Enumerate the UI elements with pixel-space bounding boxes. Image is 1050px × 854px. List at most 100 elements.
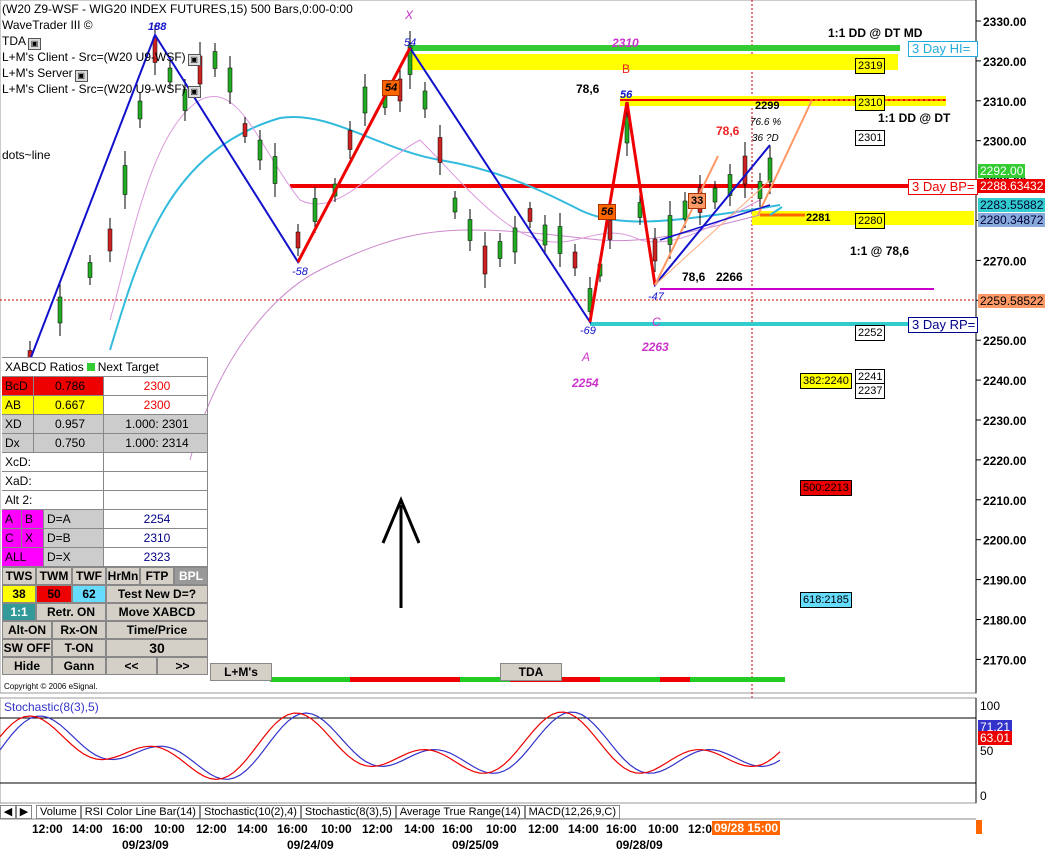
test-new-d-button[interactable]: Test New D=? bbox=[106, 585, 208, 603]
price-label: 2320.00 bbox=[983, 55, 1027, 69]
tda-label: TDA bbox=[2, 34, 26, 48]
alt2-value bbox=[104, 491, 208, 509]
sw-off-button[interactable]: SW OFF bbox=[2, 639, 52, 657]
rx-on-button[interactable]: Rx-ON bbox=[52, 621, 106, 639]
tag-cross: 2259.58522 bbox=[978, 294, 1046, 308]
ratio-value-3: 0.750 bbox=[34, 434, 104, 452]
key-c-button[interactable]: C bbox=[2, 529, 22, 547]
time-label: 16:00 bbox=[112, 822, 143, 836]
d-a-value: 2254 bbox=[104, 510, 208, 528]
time-label: 16:00 bbox=[606, 822, 637, 836]
trend-segment bbox=[690, 677, 785, 682]
tab-atr[interactable]: Average True Range(14) bbox=[395, 805, 525, 819]
tab-macd[interactable]: MACD(12,26,9,C) bbox=[524, 805, 621, 819]
target-3: 1.000: 2314 bbox=[104, 434, 208, 452]
server-label: L+M's Server bbox=[2, 66, 73, 80]
yellow-zone-2319 bbox=[412, 54, 898, 70]
key-b-button[interactable]: B bbox=[22, 510, 44, 528]
tag-t2: 2280.34872 bbox=[978, 213, 1046, 227]
client-line-1: L+M's Client - Src=(W20 U9-WSF) ▣ bbox=[2, 50, 201, 66]
day-rp-label: 3 Day RP= bbox=[908, 317, 978, 333]
trend-segment bbox=[600, 677, 660, 682]
one-one-button[interactable]: 1:1 bbox=[2, 603, 36, 621]
lock-icon[interactable]: ▣ bbox=[187, 86, 201, 98]
stochastic-title: Stochastic(8(3),5) bbox=[4, 700, 99, 714]
tab-stochastic-8[interactable]: Stochastic(8(3),5) bbox=[300, 805, 396, 819]
tws-button[interactable]: TWS bbox=[2, 567, 36, 585]
price-label: 2210.00 bbox=[983, 494, 1027, 508]
num-50-button[interactable]: 50 bbox=[36, 585, 72, 603]
alt-on-button[interactable]: Alt-ON bbox=[2, 621, 52, 639]
d-b-value: 2310 bbox=[104, 529, 208, 547]
prev-button[interactable]: << bbox=[106, 657, 157, 675]
target-1: 2300 bbox=[104, 396, 208, 414]
tda-tab[interactable]: TDA bbox=[500, 663, 562, 681]
peak-188: 188 bbox=[148, 21, 167, 33]
hrmn-button[interactable]: HrMn bbox=[106, 567, 140, 585]
bpl-button[interactable]: BPL bbox=[174, 567, 208, 585]
time-label: 14:00 bbox=[237, 822, 268, 836]
stoch-axis-100: 100 bbox=[980, 699, 1001, 713]
xcd-label: XcD: bbox=[2, 453, 104, 471]
x-points: 54 bbox=[404, 37, 417, 49]
value-2266: 2266 bbox=[716, 270, 743, 284]
ratio-786-black: 78,6 bbox=[576, 82, 600, 96]
next-button[interactable]: >> bbox=[157, 657, 208, 675]
time-label: 16:00 bbox=[277, 822, 308, 836]
time-label: 10:00 bbox=[321, 822, 352, 836]
tag-last: 2292.00 bbox=[978, 164, 1026, 178]
xad-label: XaD: bbox=[2, 472, 104, 490]
badge-56: 56 bbox=[598, 204, 617, 220]
key-x-button[interactable]: X bbox=[22, 529, 44, 547]
price-label: 2250.00 bbox=[983, 334, 1027, 348]
candle-body bbox=[295, 231, 301, 249]
candle-body bbox=[557, 226, 563, 254]
scroll-right-icon[interactable]: ▶ bbox=[16, 805, 32, 819]
candle-body bbox=[527, 208, 533, 222]
a-value: 2254 bbox=[572, 376, 599, 390]
ftp-button[interactable]: FTP bbox=[140, 567, 174, 585]
key-all-button[interactable]: ALL bbox=[2, 548, 44, 566]
indicator-tabs: ◀ ▶ Volume RSI Color Line Bar(14) Stocha… bbox=[0, 805, 621, 819]
twf-button[interactable]: TWF bbox=[72, 567, 106, 585]
lock-icon[interactable]: ▣ bbox=[74, 70, 88, 82]
lm-tab[interactable]: L+M's bbox=[210, 663, 272, 681]
num-62-button[interactable]: 62 bbox=[72, 585, 106, 603]
t-on-button[interactable]: T-ON bbox=[52, 639, 106, 657]
gann-button[interactable]: Gann bbox=[52, 657, 106, 675]
client-label-2: L+M's Client - Src=(W20 U9-WSF) bbox=[2, 82, 186, 96]
target-2: 1.000: 2301 bbox=[104, 415, 208, 433]
candle-body bbox=[167, 67, 173, 83]
candle-body bbox=[512, 227, 518, 253]
next-target-text: Next Target bbox=[97, 360, 159, 374]
candle-body bbox=[667, 215, 673, 245]
tab-stochastic-10[interactable]: Stochastic(10(2),4) bbox=[199, 805, 301, 819]
retr-on-button[interactable]: Retr. ON bbox=[36, 603, 106, 621]
target-0: 2300 bbox=[104, 377, 208, 395]
dd-dt: 1:1 DD @ DT bbox=[878, 111, 951, 125]
candle-body bbox=[712, 187, 718, 203]
hide-button[interactable]: Hide bbox=[2, 657, 52, 675]
time-label: 14:00 bbox=[404, 822, 435, 836]
scroll-marker[interactable] bbox=[976, 820, 982, 834]
d-equals-a: D=A bbox=[44, 510, 104, 528]
tab-volume[interactable]: Volume bbox=[36, 805, 81, 819]
num-38-button[interactable]: 38 bbox=[2, 585, 36, 603]
scroll-left-icon[interactable]: ◀ bbox=[0, 805, 16, 819]
time-label: 14:00 bbox=[72, 822, 103, 836]
time-price-button[interactable]: Time/Price bbox=[106, 621, 208, 639]
key-a-button[interactable]: A bbox=[2, 510, 22, 528]
time-label: 12:00 bbox=[196, 822, 227, 836]
day-hi-label: 3 Day HI= bbox=[908, 41, 978, 57]
price-label: 2170.00 bbox=[983, 653, 1027, 667]
tab-rsi[interactable]: RSI Color Line Bar(14) bbox=[80, 805, 200, 819]
price-label: 2240.00 bbox=[983, 374, 1027, 388]
a-label: A bbox=[582, 350, 591, 364]
candle-body bbox=[87, 262, 93, 278]
move-xabcd-button[interactable]: Move XABCD bbox=[106, 603, 208, 621]
d-question: 36 ?D bbox=[752, 133, 779, 144]
lock-icon[interactable]: ▣ bbox=[28, 38, 41, 50]
lock-icon[interactable]: ▣ bbox=[187, 54, 201, 66]
twm-button[interactable]: TWM bbox=[36, 567, 72, 585]
value-30: 30 bbox=[106, 639, 208, 657]
